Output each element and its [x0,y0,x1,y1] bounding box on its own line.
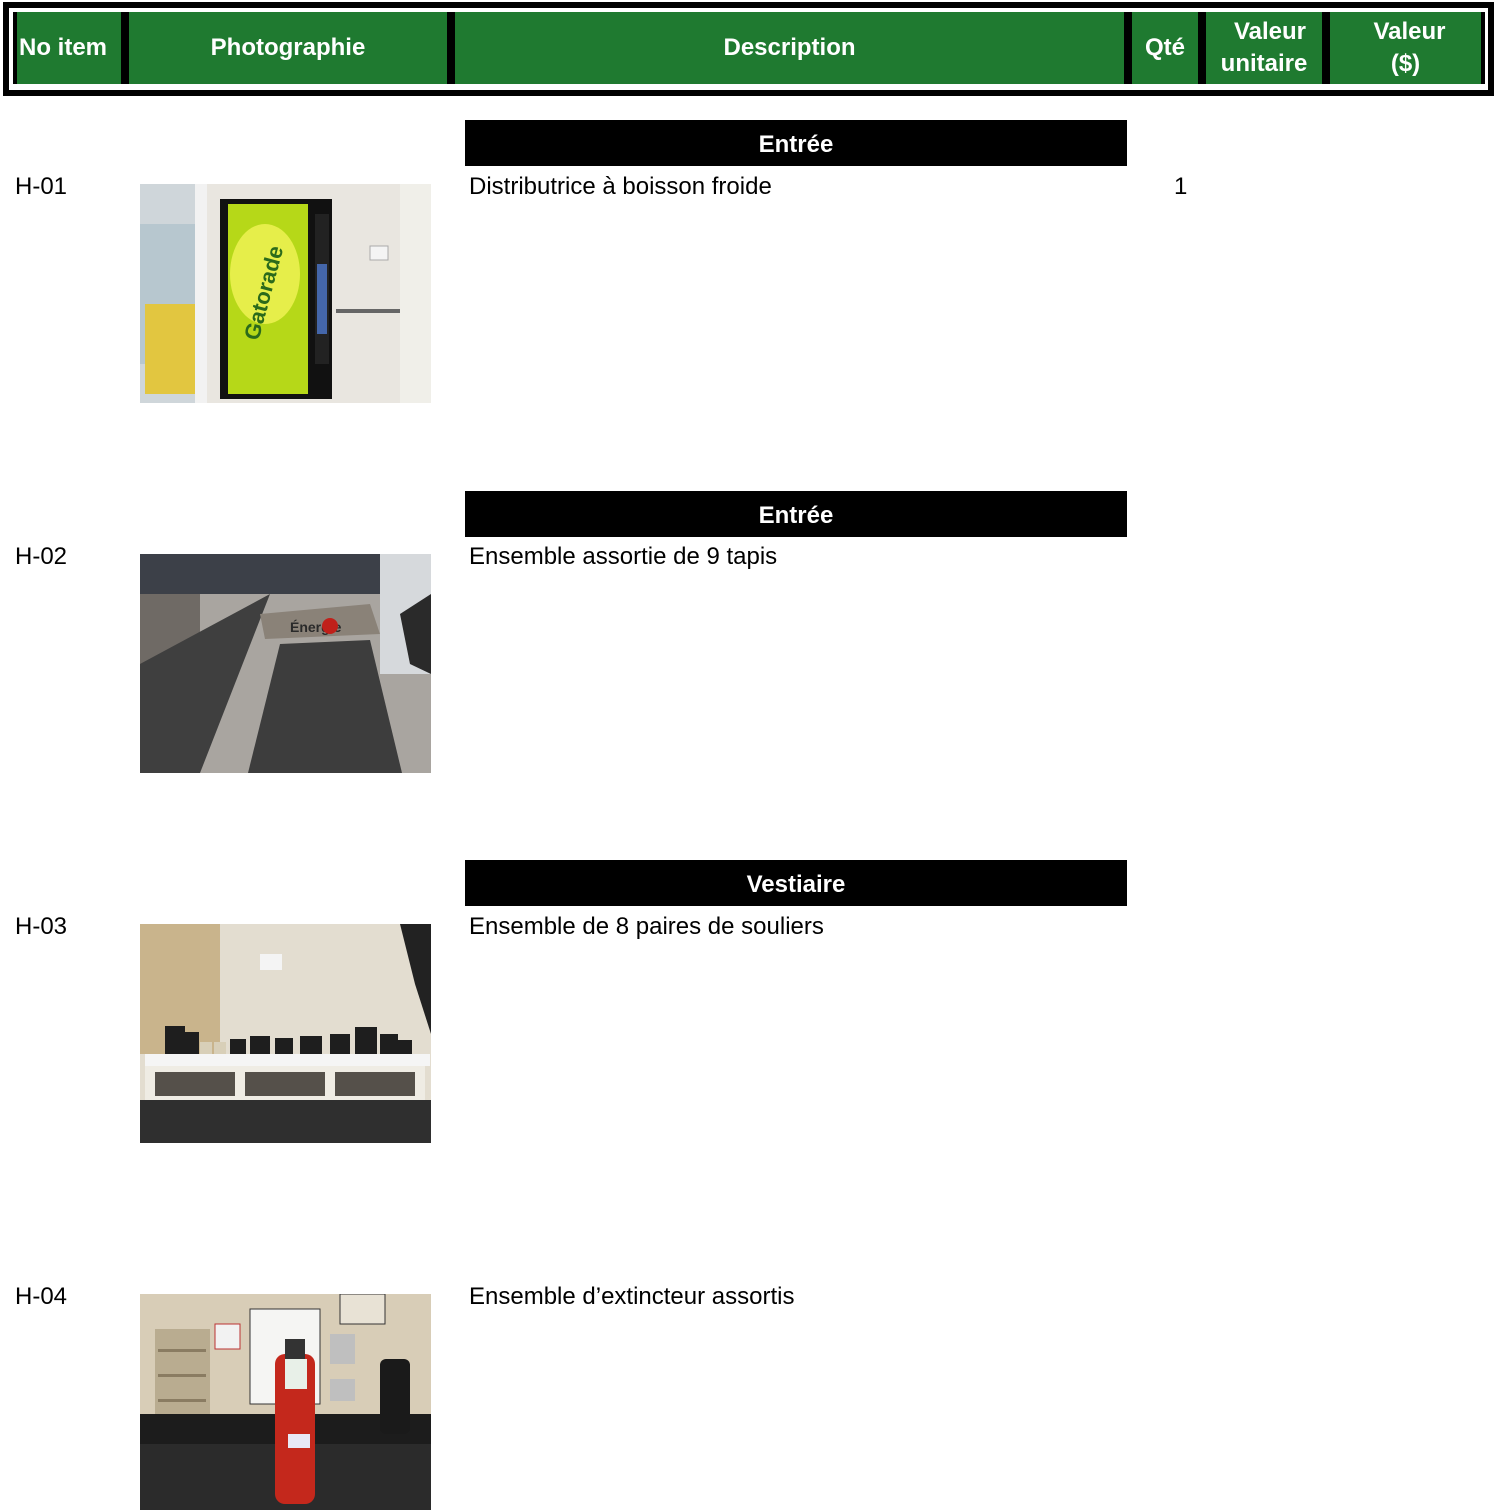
item-number: H-04 [15,1283,68,1310]
header-valeur-line1: Valeur [1373,18,1446,45]
vending-machine-photo: Gatorade [140,184,431,403]
header-valeur-line2: ($) [1390,50,1421,77]
floor-mats-photo: Énergie [140,554,431,773]
header-photographie: Photographie [125,12,451,84]
header-no-item-label: No item [19,34,108,61]
header-description: Description [451,12,1128,84]
item-description: Ensemble assortie de 9 tapis [469,543,778,570]
table-header-inner: No item Photographie Description Qté Val… [9,8,1488,90]
section-label-vestiaire: Vestiaire [465,860,1127,906]
header-valeur-unitaire: Valeur unitaire [1202,12,1326,84]
item-number: H-03 [15,913,68,940]
item-number: H-02 [15,543,68,570]
header-photographie-label: Photographie [210,34,366,61]
section-label-entree: Entrée [465,120,1127,166]
item-description: Ensemble d’extincteur assortis [469,1283,795,1310]
header-valeur: Valeur ($) [1326,12,1485,84]
item-description: Ensemble de 8 paires de souliers [469,913,824,940]
item-quantity: 1 [1174,173,1188,200]
header-description-label: Description [723,34,856,61]
item-description: Distributrice à boisson froide [469,173,772,200]
header-valeur-unitaire-line1: Valeur [1233,18,1307,45]
header-no-item: No item [13,12,125,84]
shoes-bench-photo [140,924,431,1143]
header-qte-label: Qté [1144,34,1185,61]
header-valeur-unitaire-line2: unitaire [1220,50,1308,77]
header-qte: Qté [1128,12,1202,84]
fire-extinguisher-photo [140,1294,431,1510]
item-number: H-01 [15,173,68,200]
section-label-entree: Entrée [465,491,1127,537]
table-header: No item Photographie Description Qté Val… [3,2,1494,96]
